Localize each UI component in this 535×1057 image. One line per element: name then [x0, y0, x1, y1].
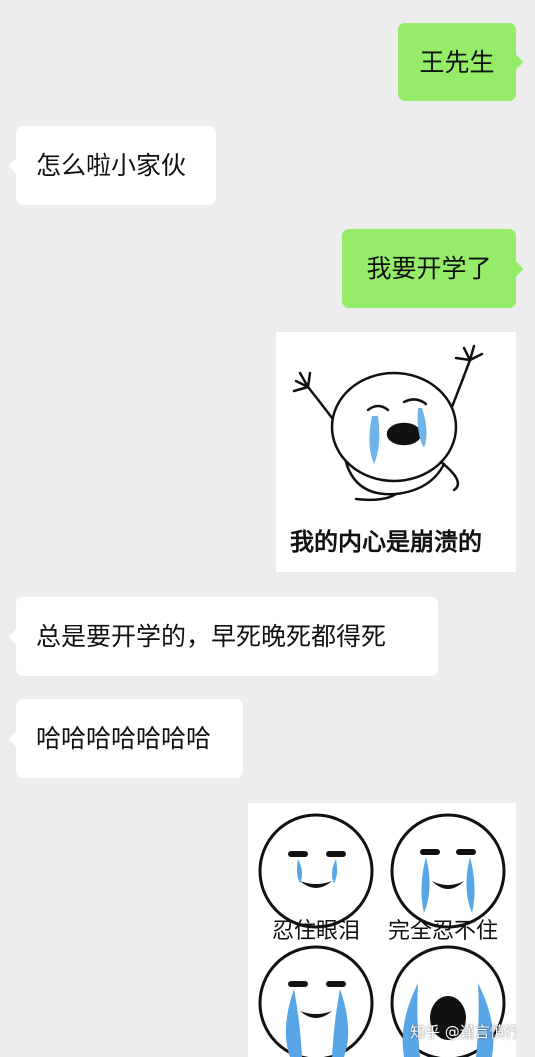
- watermark: 知乎 @谨言慎行: [410, 1023, 516, 1041]
- message-bubble-received[interactable]: 哈哈哈哈哈哈哈: [8, 699, 243, 778]
- sticker-caption: 完全忍不住: [388, 919, 499, 944]
- sticker-caption: 我的内心是崩溃的: [290, 528, 482, 556]
- message-bubble-sent[interactable]: 王先生: [398, 23, 524, 101]
- bubble-tail: [8, 157, 26, 174]
- message-bubble-received[interactable]: 怎么啦小家伙: [8, 126, 216, 205]
- message-text: 王先生: [419, 47, 495, 77]
- bubble-tail: [506, 260, 524, 277]
- bubble-tail: [506, 53, 524, 71]
- message-text: 我要开学了: [366, 254, 492, 283]
- sticker-four-panel-crying[interactable]: 忍住眼泪 完全忍不住 知乎 @谨言慎行: [248, 803, 516, 1057]
- bubble-tail: [8, 730, 26, 747]
- message-text: 怎么啦小家伙: [36, 151, 187, 180]
- message-bubble-received[interactable]: 总是要开学的，早死晚死都得死: [8, 597, 438, 676]
- message-text: 哈哈哈哈哈哈哈: [36, 724, 212, 753]
- message-text: 总是要开学的，早死晚死都得死: [36, 622, 387, 651]
- sticker-crying-collapse[interactable]: 我的内心是崩溃的: [276, 332, 516, 572]
- sticker-caption: 忍住眼泪: [272, 919, 361, 944]
- message-bubble-sent[interactable]: 我要开学了: [342, 229, 524, 308]
- bubble-tail: [8, 628, 26, 645]
